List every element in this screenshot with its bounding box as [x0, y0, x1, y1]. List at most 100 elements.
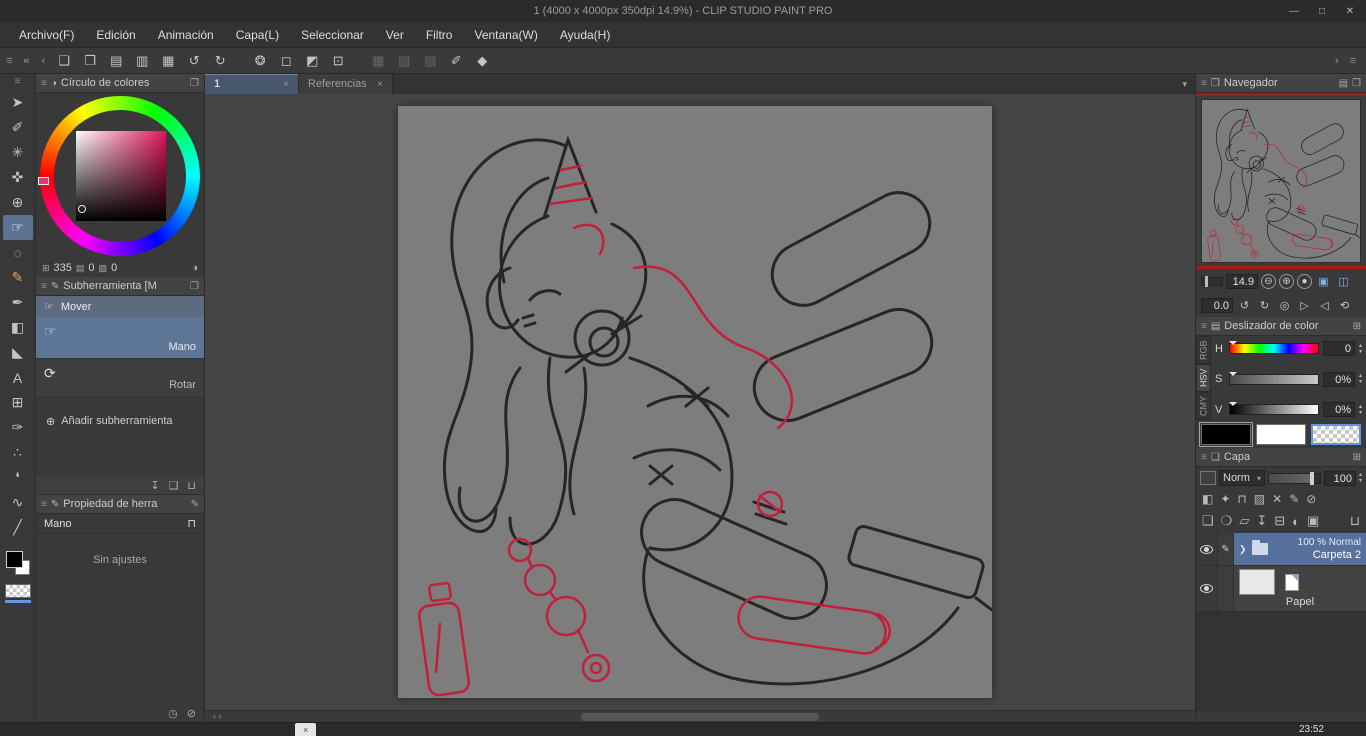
- drag-handle-icon[interactable]: ≡: [6, 55, 12, 67]
- clip-to-layer-icon[interactable]: ◧: [1202, 492, 1213, 506]
- layer-row-content[interactable]: ❯ 100 % Normal Carpeta 2: [1234, 533, 1366, 565]
- layer-row-carpeta-2[interactable]: ✎ ❯ 100 % Normal Carpeta 2: [1196, 533, 1366, 566]
- save-copy-button[interactable]: ▥: [130, 50, 154, 72]
- text-tool[interactable]: A: [3, 365, 33, 390]
- canvas-tab-1[interactable]: 1 ×: [205, 74, 299, 94]
- import-icon[interactable]: ↧: [150, 479, 159, 492]
- reset-rotation-button[interactable]: ◎: [1276, 297, 1293, 313]
- flip-vertical-button[interactable]: ◁: [1316, 297, 1333, 313]
- blend-mode-select[interactable]: Norm ▾: [1219, 470, 1265, 486]
- fill-tool[interactable]: ◧: [3, 315, 33, 340]
- blend-tool[interactable]: ❛: [3, 465, 33, 490]
- value-slider-value[interactable]: 0%: [1323, 402, 1355, 417]
- correction-tool[interactable]: ✑: [3, 415, 33, 440]
- export-button[interactable]: ▦: [156, 50, 180, 72]
- layer-visibility-cell[interactable]: [1196, 566, 1218, 611]
- panel-popout-icon[interactable]: ❐: [190, 78, 199, 89]
- ruler-layer-icon[interactable]: ✎: [1289, 492, 1299, 506]
- wheel-mode-icon[interactable]: ◑: [191, 262, 198, 274]
- horizontal-scroll-thumb[interactable]: [581, 713, 819, 721]
- menu-item[interactable]: Ventana(W): [463, 22, 548, 47]
- main-color-swatch[interactable]: [6, 551, 23, 568]
- transparent-color-swatch[interactable]: [5, 584, 31, 598]
- hue-slider-value[interactable]: 0: [1323, 341, 1355, 356]
- grid-icon[interactable]: ⊞: [1353, 321, 1361, 332]
- lock-layer-icon[interactable]: ⊓: [1237, 492, 1246, 506]
- duplicate-icon[interactable]: ❏: [169, 479, 179, 492]
- redo-button[interactable]: ↻: [208, 50, 232, 72]
- navigator-preview-area[interactable]: [1196, 96, 1366, 266]
- layer-color-icon[interactable]: [1200, 471, 1216, 485]
- new-layer-icon[interactable]: ❏: [1202, 513, 1214, 529]
- drag-handle-icon[interactable]: ≡: [1350, 55, 1356, 67]
- canvas-viewport[interactable]: [205, 94, 1195, 710]
- toolbar-button[interactable]: |: [352, 50, 364, 72]
- lock-alpha-icon[interactable]: ▨: [1254, 492, 1265, 506]
- pen-tool[interactable]: ✒: [3, 290, 33, 315]
- layer-panel-header[interactable]: ≡ ❏ Capa ⊞: [1196, 448, 1366, 467]
- selection-tool[interactable]: ◌: [3, 240, 33, 265]
- rotate-ccw-button[interactable]: ↺: [1236, 297, 1253, 313]
- rotate-cw-button[interactable]: ↻: [1256, 297, 1273, 313]
- drag-handle-icon[interactable]: ≡: [15, 76, 21, 90]
- close-icon[interactable]: ×: [303, 725, 308, 735]
- white-color-swatch[interactable]: [1256, 424, 1306, 445]
- eraser-tool[interactable]: ╱: [3, 515, 33, 540]
- expand-right-icon[interactable]: ›: [1330, 55, 1344, 67]
- liquify-tool[interactable]: ∿: [3, 490, 33, 515]
- layer-row-papel[interactable]: Papel: [1196, 566, 1366, 612]
- menu-item[interactable]: Archivo(F): [8, 22, 85, 47]
- navigator-header[interactable]: ≡ ❐ Navegador ▤ ❐: [1196, 74, 1366, 93]
- hue-slider[interactable]: [1229, 343, 1319, 354]
- menu-item[interactable]: Filtro: [415, 22, 464, 47]
- move-layer-tool[interactable]: ✜: [3, 165, 33, 190]
- collapse-left-icon[interactable]: «: [18, 55, 34, 67]
- transfer-layer-icon[interactable]: ↧: [1256, 513, 1267, 529]
- flip-horizontal-button[interactable]: ▷: [1296, 297, 1313, 313]
- no-edit-icon[interactable]: ⊘: [187, 707, 196, 720]
- enable-mask-icon[interactable]: ✕: [1272, 492, 1282, 506]
- pencil-tool[interactable]: ✎: [3, 265, 33, 290]
- toolbar-button[interactable]: |: [234, 50, 246, 72]
- menu-item[interactable]: Animación: [147, 22, 225, 47]
- zoom-slider[interactable]: [1201, 277, 1223, 286]
- menu-item[interactable]: Ayuda(H): [549, 22, 621, 47]
- hue-marker[interactable]: [38, 177, 49, 185]
- black-color-swatch[interactable]: [1201, 424, 1251, 445]
- minimized-palette-tab[interactable]: ×: [295, 723, 316, 736]
- edit-icon[interactable]: ✎: [191, 499, 199, 510]
- grid-icon[interactable]: ⊞: [1353, 452, 1361, 463]
- apply-mask-icon[interactable]: ▣: [1307, 513, 1319, 529]
- canvas-tab-referencias[interactable]: Referencias ×: [299, 74, 393, 94]
- zoom-value[interactable]: 14.9: [1226, 274, 1258, 289]
- palette-menu-icon[interactable]: ≡: [1201, 452, 1207, 463]
- layer-thumbnail[interactable]: [1239, 569, 1275, 595]
- transparent-color-swatch[interactable]: [1311, 424, 1361, 445]
- close-icon[interactable]: ×: [283, 79, 289, 90]
- snap-to-grid-button[interactable]: ▨: [418, 50, 442, 72]
- saturation-slider[interactable]: [1229, 374, 1319, 385]
- reference-layer-icon[interactable]: ✦: [1220, 492, 1230, 506]
- select-area-button[interactable]: ❂: [248, 50, 272, 72]
- panel-popout-icon[interactable]: ❐: [1352, 78, 1361, 89]
- color-wheel[interactable]: [36, 93, 204, 259]
- close-button[interactable]: ✕: [1336, 0, 1364, 22]
- lock-icon[interactable]: ⊓: [187, 517, 196, 530]
- stepper-icon[interactable]: ▴▾: [1359, 472, 1362, 484]
- save-document-button[interactable]: ▤: [104, 50, 128, 72]
- canvas-document[interactable]: [398, 106, 992, 698]
- collapse-small-icon[interactable]: ‹: [37, 55, 51, 67]
- stepper-icon[interactable]: ▴▾: [1359, 343, 1362, 355]
- subtool-header[interactable]: ≡ ✎ Subherramienta [M ❐: [36, 277, 204, 296]
- new-canvas-button[interactable]: ❏: [52, 50, 76, 72]
- layer-panel-scrollbar[interactable]: [1196, 710, 1366, 722]
- tab-hsv[interactable]: HSV: [1196, 364, 1211, 392]
- rotation-value[interactable]: 0.0: [1201, 298, 1233, 313]
- zoom-in-button[interactable]: ⊕: [1279, 274, 1294, 289]
- operation-tool[interactable]: ➤: [3, 90, 33, 115]
- expand-folder-icon[interactable]: ❯: [1239, 544, 1247, 555]
- stepper-icon[interactable]: ▴▾: [1359, 373, 1362, 385]
- gradient-tool[interactable]: ◣: [3, 340, 33, 365]
- history-clock-icon[interactable]: ◷: [168, 707, 178, 720]
- layer-mask-icon[interactable]: ◐: [1292, 514, 1300, 529]
